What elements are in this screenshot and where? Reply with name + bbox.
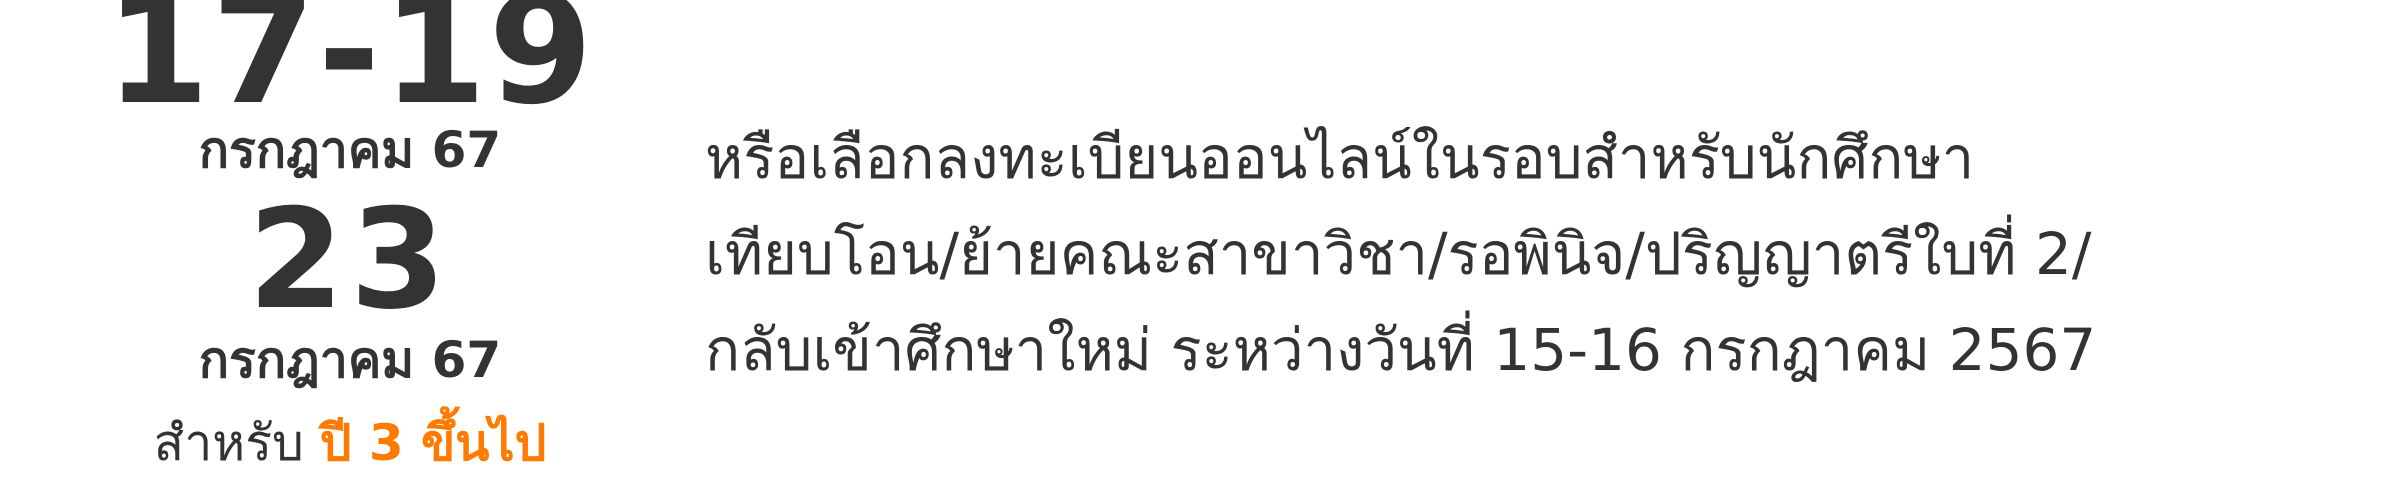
month-label-2: กรกฎาคม 67	[198, 331, 502, 389]
audience-line: สำหรับ ปี 3 ขึ้นไป	[0, 410, 700, 476]
date-2: 23	[247, 179, 453, 340]
audience-prefix: สำหรับ	[153, 414, 304, 472]
description-line-1: หรือเลือกลงทะเบียนออนไลน์ในรอบสำหรับนักศ…	[705, 124, 1975, 192]
description-line-2: เทียบโอน/ย้ายคณะสาขาวิชา/รอพินิจ/ปริญญาต…	[705, 220, 2092, 288]
date-range-1: 17-19	[105, 0, 595, 138]
month-label-1: กรกฎาคม 67	[198, 121, 502, 179]
schedule-block: 17-19 กรกฎาคม 67 23 กรกฎาคม 67 สำหรับ ปี…	[0, 0, 700, 500]
audience-highlight: ปี 3 ขึ้นไป	[319, 414, 547, 472]
description-block: หรือเลือกลงทะเบียนออนไลน์ในรอบสำหรับนักศ…	[705, 110, 2355, 398]
description-line-3: กลับเข้าศึกษาใหม่ ระหว่างวันที่ 15-16 กร…	[705, 316, 2097, 384]
